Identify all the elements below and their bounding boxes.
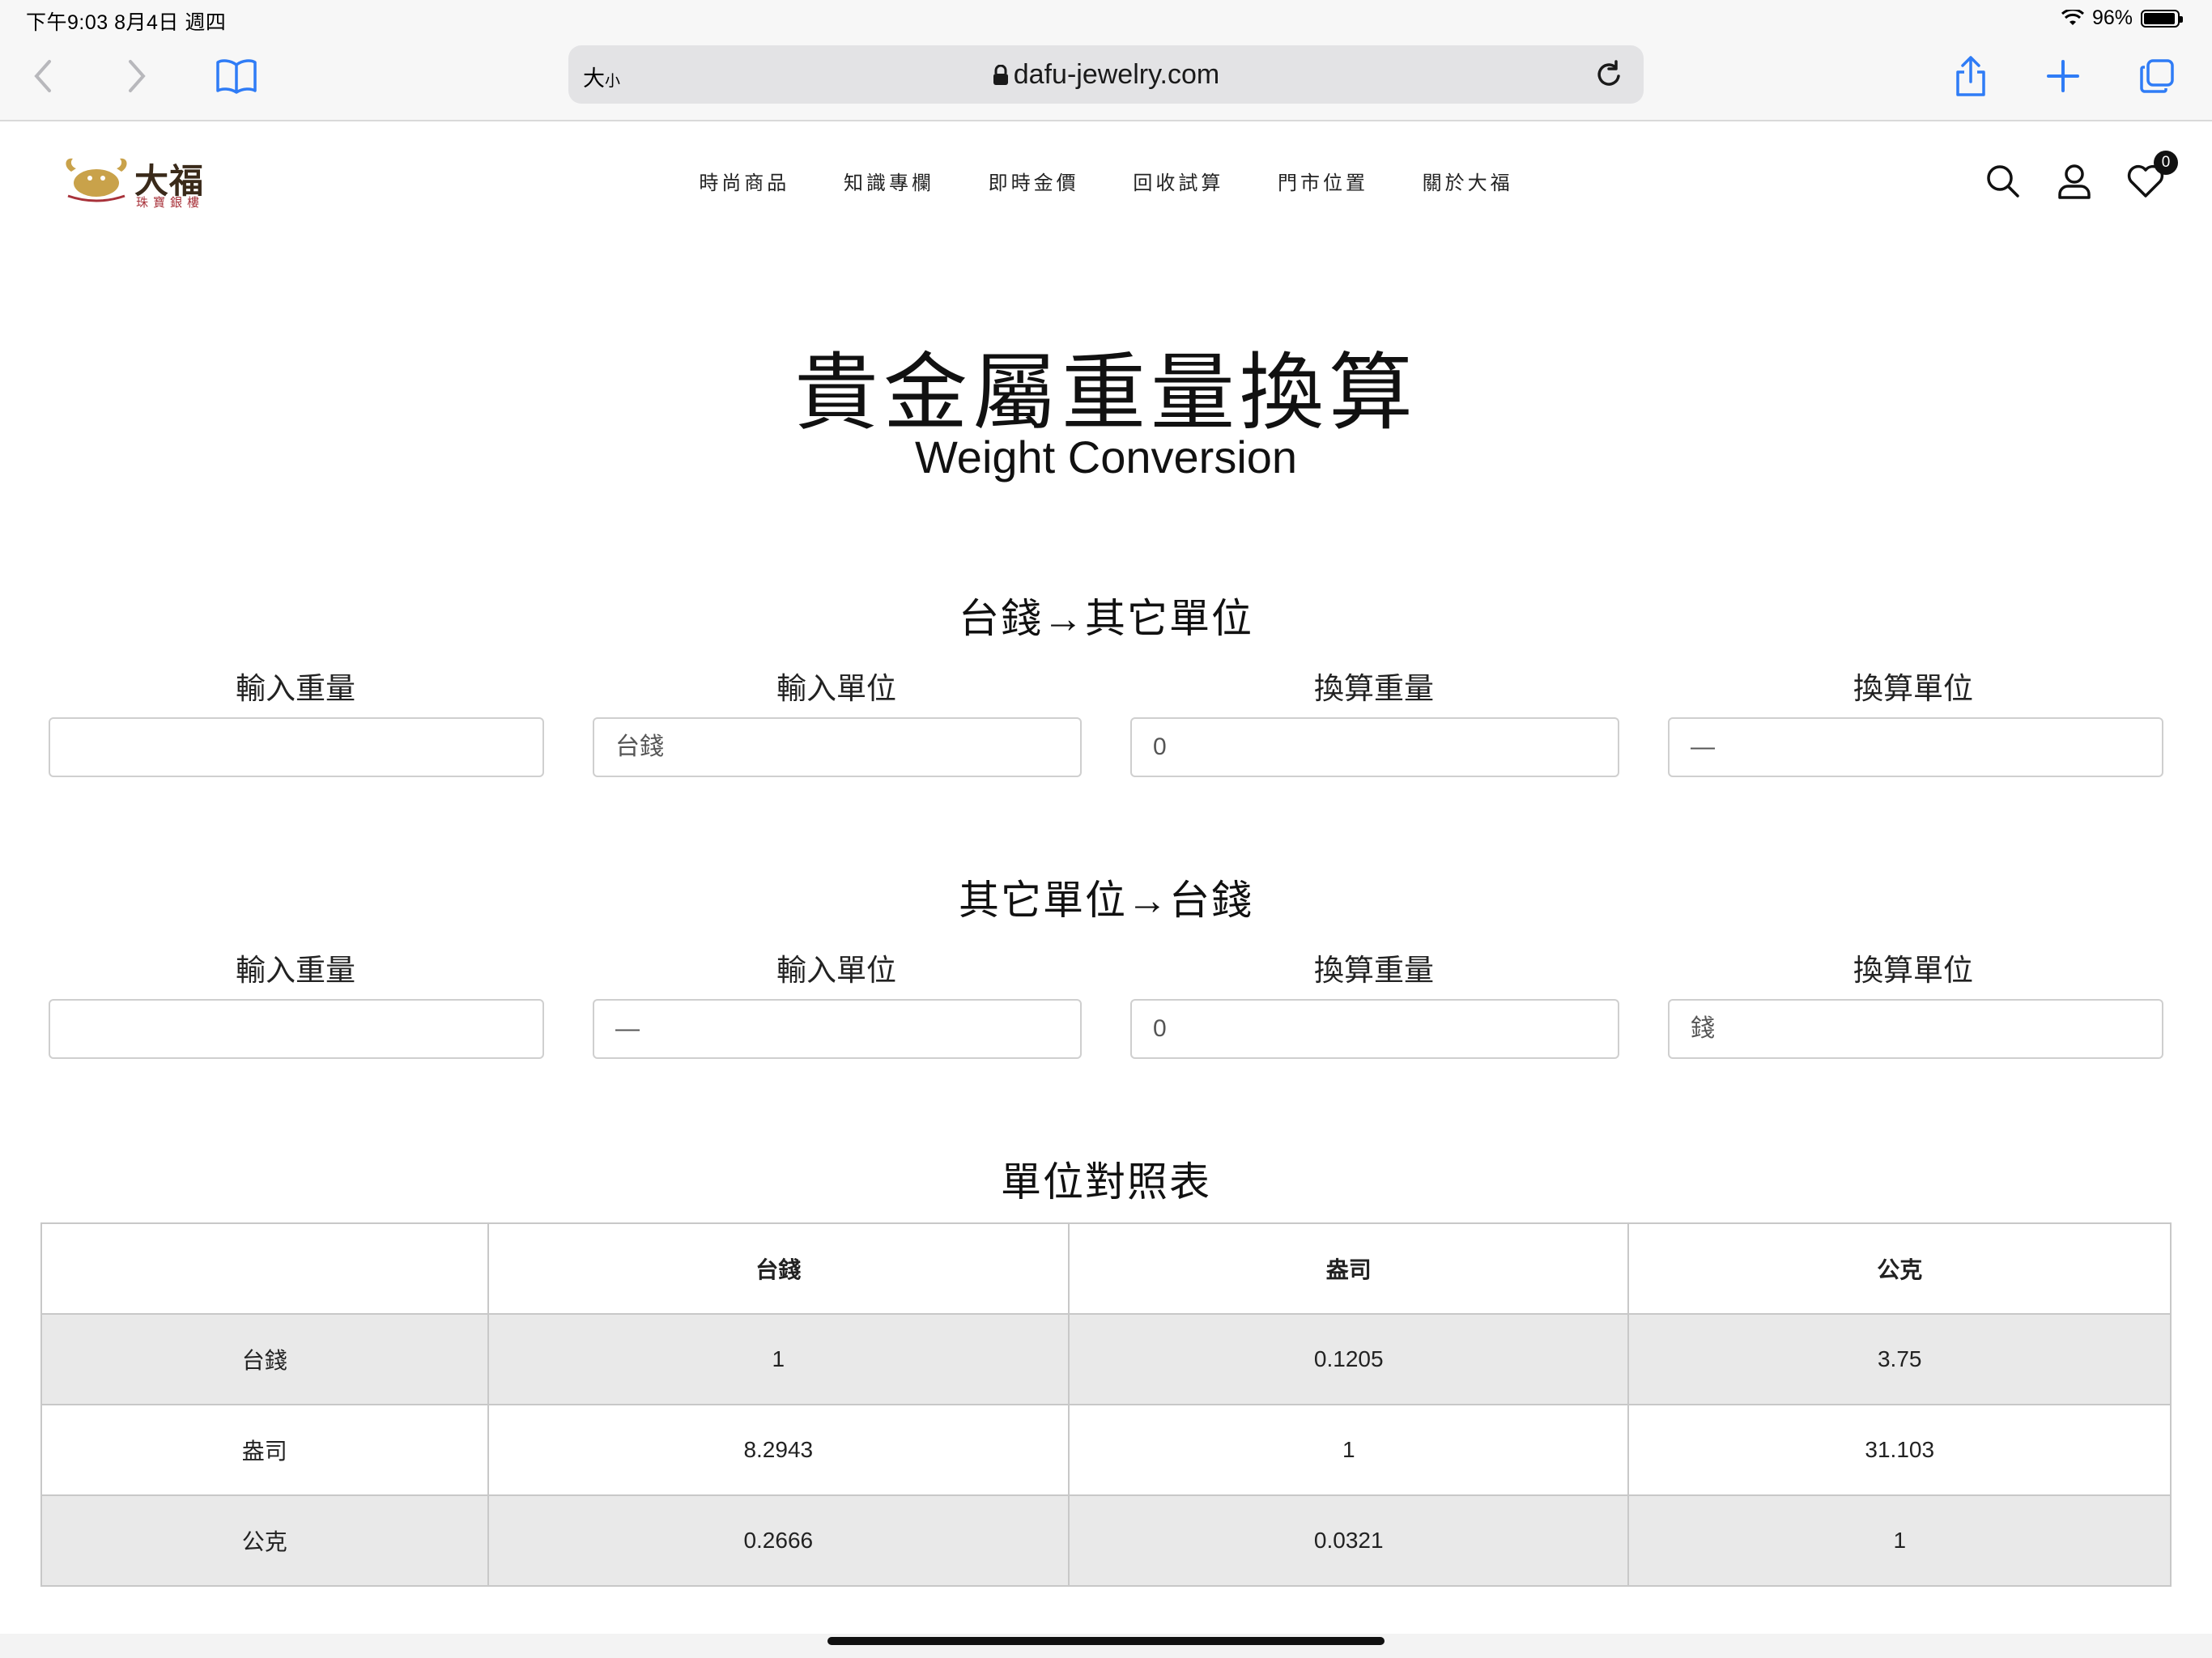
wishlist-heart-icon[interactable]: 0: [2125, 151, 2178, 202]
reload-icon[interactable]: [1592, 57, 1627, 92]
table-header-cell: 公克: [1627, 1222, 2172, 1315]
label-result-weight: 換算重量: [1314, 672, 1434, 705]
wifi-icon: [2061, 9, 2084, 25]
table-header-cell: 台錢: [487, 1222, 1070, 1315]
table-cell: 盎司: [40, 1404, 489, 1496]
status-right: 96%: [2061, 6, 2183, 30]
nav-item-gold-price[interactable]: 即時金價: [989, 167, 1079, 195]
result-weight-field: 0: [1130, 999, 1619, 1059]
table-cell: 1: [1067, 1404, 1630, 1496]
nav-item-knowledge[interactable]: 知識專欄: [844, 167, 934, 195]
table-header-cell: 盎司: [1067, 1222, 1630, 1315]
site-header: 大福 珠寶銀樓 時尚商品 知識專欄 即時金價 回收試算 門市位置 關於大福 0: [0, 121, 2212, 243]
result-unit-field: 錢: [1668, 999, 2163, 1059]
address-bar[interactable]: 大小 dafu-jewelry.com: [568, 45, 1644, 104]
account-icon[interactable]: [2053, 160, 2095, 202]
nav-item-stores[interactable]: 門市位置: [1278, 167, 1368, 195]
battery-icon: [2141, 9, 2183, 28]
table-row: 盎司 8.2943 1 31.103: [40, 1404, 2172, 1496]
url-display: dafu-jewelry.com: [568, 59, 1644, 91]
logo-subtext: 珠寶銀樓: [136, 196, 205, 210]
result-weight-field: 0: [1130, 717, 1619, 777]
section-title-tael-to-other: 台錢→其它單位: [959, 596, 1253, 641]
table-header-cell: [40, 1222, 489, 1315]
table-row: 公克 0.2666 0.0321 1: [40, 1494, 2172, 1587]
label-result-unit: 換算單位: [1853, 672, 1973, 705]
table-cell: 台錢: [40, 1313, 489, 1405]
search-icon[interactable]: [1982, 160, 2024, 202]
table-row: 台錢 1 0.1205 3.75: [40, 1313, 2172, 1405]
table-cell: 0.2666: [487, 1494, 1070, 1587]
lock-icon: [993, 64, 1008, 85]
nav-item-about[interactable]: 關於大福: [1423, 167, 1513, 195]
home-indicator[interactable]: [827, 1637, 1385, 1645]
main-nav: 時尚商品 知識專欄 即時金價 回收試算 門市位置 關於大福: [0, 167, 2212, 195]
status-bar: 下午9:03 8月4日 週四 96%: [0, 0, 2212, 37]
label-input-unit: 輸入單位: [776, 954, 896, 987]
share-icon[interactable]: [1946, 52, 1995, 100]
table-cell: 0.1205: [1067, 1313, 1630, 1405]
browser-toolbar: 大小 dafu-jewelry.com: [0, 37, 2212, 121]
label-result-weight: 換算重量: [1314, 954, 1434, 987]
result-unit-select[interactable]: —: [1668, 717, 2163, 777]
input-weight-field[interactable]: [49, 717, 544, 777]
status-time-date: 下午9:03 8月4日 週四: [26, 11, 227, 34]
table-title: 單位對照表: [1001, 1159, 1211, 1205]
page-title: 貴金屬重量換算: [793, 346, 1418, 440]
section-title-other-to-tael: 其它單位→台錢: [959, 878, 1253, 923]
forward-icon[interactable]: [112, 52, 160, 100]
table-cell: 31.103: [1627, 1404, 2172, 1496]
tabs-overview-icon[interactable]: [2133, 52, 2181, 100]
input-weight-field[interactable]: [49, 999, 544, 1059]
new-tab-icon[interactable]: [2039, 52, 2087, 100]
table-header-row: 台錢 盎司 公克: [40, 1222, 2172, 1315]
input-unit-field[interactable]: 台錢: [593, 717, 1082, 777]
back-icon[interactable]: [19, 52, 68, 100]
table-cell: 8.2943: [487, 1404, 1070, 1496]
table-cell: 1: [487, 1313, 1070, 1405]
url-text: dafu-jewelry.com: [1013, 59, 1220, 90]
table-cell: 0.0321: [1067, 1494, 1630, 1587]
nav-item-recycle-calc[interactable]: 回收試算: [1133, 167, 1223, 195]
wishlist-count-badge: 0: [2154, 151, 2178, 175]
page-subtitle: Weight Conversion: [914, 432, 1298, 483]
label-input-weight: 輸入重量: [236, 672, 355, 705]
battery-percent: 96%: [2091, 6, 2133, 29]
unit-reference-table: 台錢 盎司 公克 台錢 1 0.1205 3.75 盎司 8.2943 1 31…: [40, 1222, 2172, 1587]
label-result-unit: 換算單位: [1853, 954, 1973, 987]
label-input-unit: 輸入單位: [776, 672, 896, 705]
nav-item-products[interactable]: 時尚商品: [699, 167, 789, 195]
table-cell: 1: [1627, 1494, 2172, 1587]
table-cell: 公克: [40, 1494, 489, 1587]
table-cell: 3.75: [1627, 1313, 2172, 1405]
input-unit-select[interactable]: —: [593, 999, 1082, 1059]
bookmarks-icon[interactable]: [212, 52, 261, 100]
label-input-weight: 輸入重量: [236, 954, 355, 987]
